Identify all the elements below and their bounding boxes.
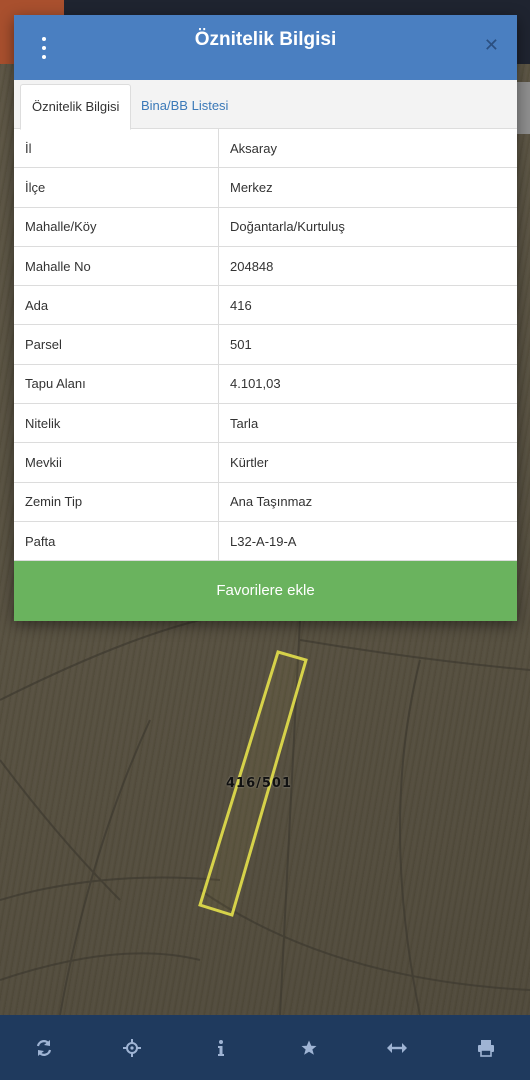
row-value: 4.101,03 <box>218 364 517 405</box>
row-value: Ana Taşınmaz <box>218 482 517 522</box>
row-value: Doğantarla/Kurtuluş <box>218 207 517 247</box>
row-value: L32-A-19-A <box>218 521 517 562</box>
side-handle <box>516 82 530 134</box>
info-icon[interactable] <box>201 1028 241 1068</box>
table-row: İlçe Merkez <box>14 167 517 208</box>
row-key: Parsel <box>14 324 219 365</box>
table-row: Mahalle/Köy Doğantarla/Kurtuluş <box>14 207 517 247</box>
star-icon[interactable] <box>289 1028 329 1068</box>
row-value: 416 <box>218 285 517 326</box>
refresh-icon[interactable] <box>24 1028 64 1068</box>
row-value: 204848 <box>218 246 517 287</box>
bottom-toolbar <box>0 1015 530 1080</box>
table-row: Pafta L32-A-19-A <box>14 521 517 562</box>
dialog-header: Öznitelik Bilgisi ✕ <box>14 15 517 80</box>
row-key: Ada <box>14 285 219 326</box>
table-row: Zemin Tip Ana Taşınmaz <box>14 482 517 522</box>
row-key: İlçe <box>14 167 219 208</box>
table-row: Mevkii Kürtler <box>14 442 517 483</box>
table-row: Mahalle No 204848 <box>14 246 517 287</box>
row-key: Mahalle/Köy <box>14 207 219 247</box>
table-row: Nitelik Tarla <box>14 403 517 444</box>
table-row: Tapu Alanı 4.101,03 <box>14 364 517 405</box>
locate-icon[interactable] <box>112 1028 152 1068</box>
row-value: Merkez <box>218 167 517 208</box>
dialog-tabs: Öznitelik Bilgisi Bina/BB Listesi <box>14 80 517 130</box>
tab-attributes[interactable]: Öznitelik Bilgisi <box>20 84 132 130</box>
attribute-table: İl Aksaray İlçe Merkez Mahalle/Köy Doğantar… <box>14 129 517 562</box>
add-favorite-button[interactable]: Favorilere ekle <box>14 561 517 621</box>
row-key: Mevkii <box>14 442 219 483</box>
parcel-label: 416/501 <box>226 776 293 791</box>
row-value: 501 <box>218 324 517 365</box>
print-icon[interactable] <box>466 1028 506 1068</box>
table-row: Parsel 501 <box>14 324 517 365</box>
row-key: Zemin Tip <box>14 482 219 522</box>
dialog-title: Öznitelik Bilgisi <box>194 29 337 50</box>
close-icon[interactable]: ✕ <box>484 35 499 56</box>
tab-building-list[interactable]: Bina/BB Listesi <box>130 84 239 128</box>
table-row: Ada 416 <box>14 285 517 326</box>
row-value: Tarla <box>218 403 517 444</box>
attribute-dialog: Öznitelik Bilgisi ✕ Öznitelik Bilgisi Bi… <box>14 15 517 621</box>
row-value: Aksaray <box>218 129 517 169</box>
row-key: Nitelik <box>14 403 219 444</box>
measure-icon[interactable] <box>377 1028 417 1068</box>
row-value: Kürtler <box>218 442 517 483</box>
row-key: İl <box>14 129 219 169</box>
row-key: Tapu Alanı <box>14 364 219 405</box>
row-key: Pafta <box>14 521 219 562</box>
row-key: Mahalle No <box>14 246 219 287</box>
table-row: İl Aksaray <box>14 129 517 169</box>
